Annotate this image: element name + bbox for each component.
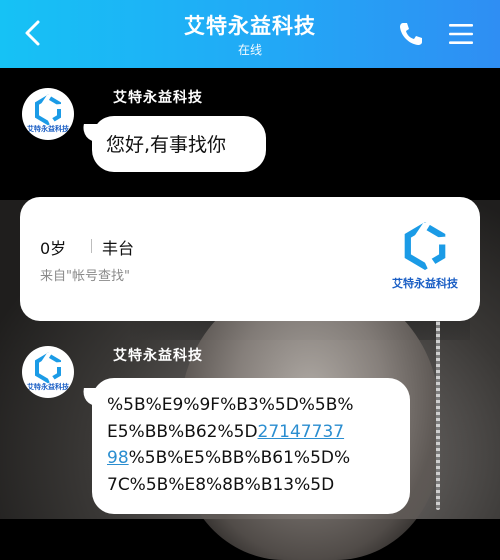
profile-logo-text: 艾特永益科技 — [392, 277, 458, 290]
divider — [91, 239, 92, 253]
online-status: 在线 — [237, 43, 262, 57]
sender-name: 艾特永益科技 — [113, 348, 203, 364]
bubble-tail — [80, 124, 104, 142]
message-line: E5%BB%B62%5D27147737 — [107, 419, 399, 446]
phone-icon[interactable] — [397, 20, 425, 48]
message-bubble[interactable]: 您好,有事找你 — [80, 116, 266, 172]
message-line: 98%5B%E5%BB%B61%5D% — [107, 445, 399, 472]
message-text-segment: E5%BB%B62%5D — [107, 421, 258, 442]
profile-age: 0岁 — [40, 239, 67, 258]
profile-location: 丰台 — [102, 239, 135, 258]
chat-title: 艾特永益科技 — [184, 14, 316, 38]
message-text-segment: 7C%5B%E8%8B%B13%5D — [107, 474, 335, 495]
sender-avatar[interactable]: 艾特永益科技 — [22, 88, 74, 140]
phone-number-link[interactable]: 27147737 — [258, 422, 345, 442]
message-bubble[interactable]: %5B%E9%9F%B3%5D%5B% E5%BB%B62%5D27147737… — [80, 378, 410, 514]
company-logo-icon — [35, 352, 62, 384]
message-text: %5B%E9%9F%B3%5D%5B% E5%BB%B62%5D27147737… — [107, 392, 399, 498]
company-logo-icon — [35, 94, 62, 126]
message-line: 7C%5B%E8%8B%B13%5D — [107, 472, 399, 499]
profile-source: 来自"帐号查找" — [40, 269, 130, 284]
message-text-segment: %5B%E5%BB%B61%5D% — [128, 448, 351, 468]
company-logo-icon — [404, 222, 447, 270]
menu-icon[interactable] — [447, 20, 475, 48]
photo-earring — [436, 310, 440, 510]
message-text-segment: %5B%E9%9F%B3%5D%5B% — [107, 395, 354, 415]
avatar-logo-text: 艾特永益科技 — [27, 383, 69, 391]
phone-number-link[interactable]: 98 — [107, 448, 129, 468]
sender-avatar[interactable]: 艾特永益科技 — [22, 346, 74, 398]
message-text: 您好,有事找你 — [106, 134, 227, 156]
message-line: %5B%E9%9F%B3%5D%5B% — [107, 392, 399, 419]
profile-card[interactable]: 0岁 丰台 来自"帐号查找" 艾特永益科技 — [20, 197, 480, 321]
sender-name: 艾特永益科技 — [113, 90, 203, 106]
chat-header: 艾特永益科技 在线 — [0, 0, 500, 68]
avatar-logo-text: 艾特永益科技 — [27, 125, 69, 133]
profile-logo: 艾特永益科技 — [382, 219, 468, 293]
